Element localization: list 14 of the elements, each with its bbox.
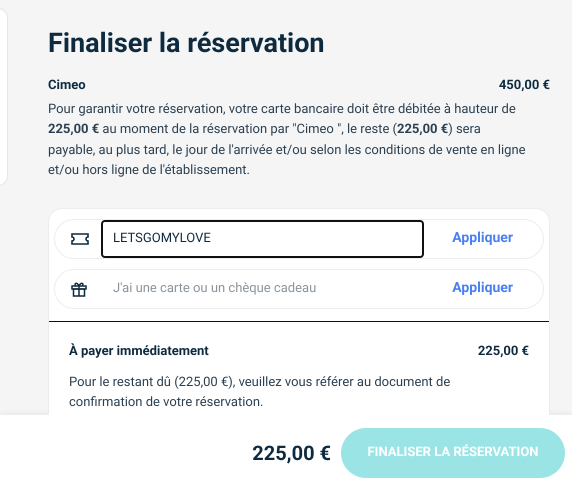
code-field[interactable]: LETSGOMYLOVE Appliquer <box>54 218 544 258</box>
apply-button[interactable]: Appliquer <box>452 228 513 249</box>
code-field[interactable]: J'ai une carte ou un chèque cadeau Appliquer <box>54 268 544 308</box>
footer-total: 225,00 € <box>252 440 331 466</box>
gift-icon <box>71 280 87 296</box>
payment-info: Pour garantir votre réservation, votre carte bancaire doit être débitée à hauteur de 225,00 € au moment de la réservation par "Cimeo ", le reste (225,00 €) sera payable, au plus tard, le jour de l'arrivée et/ou selon les conditions de vente en ligne et/ou hors ligne de l'établissement. <box>48 100 527 180</box>
ticket-icon <box>71 232 89 244</box>
remaining-note: Pour le restant dû (225,00 €), veuillez vous référer au document de confirmation de votre réservation. <box>69 374 452 412</box>
total-price: 450,00 € <box>498 77 550 95</box>
hotel-name: Cimeo <box>48 77 86 95</box>
page-title: Finaliser la réservation <box>48 26 326 60</box>
apply-button[interactable]: Appliquer <box>452 278 513 299</box>
pay-now-label: À payer immédiatement <box>69 342 209 360</box>
pay-now-amount: 225,00 € <box>478 342 529 360</box>
